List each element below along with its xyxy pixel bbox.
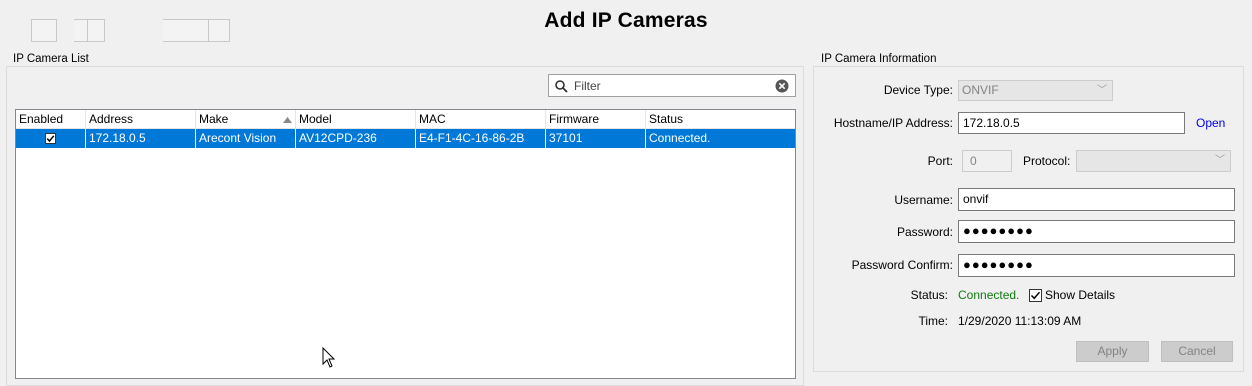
sort-ascending-icon: [283, 117, 292, 123]
search-icon: [555, 80, 568, 93]
password-label: Password:: [896, 225, 953, 239]
cell-model: AV12CPD-236: [296, 129, 416, 148]
checkmark-icon: [46, 135, 55, 143]
column-header-enabled[interactable]: Enabled: [16, 110, 86, 128]
column-header-make[interactable]: Make: [196, 110, 296, 128]
password-input[interactable]: ●●●●●●●●: [958, 220, 1235, 243]
cell-mac: E4-F1-4C-16-86-2B: [416, 129, 546, 148]
cell-firmware: 37101: [546, 129, 646, 148]
password-confirm-label: Password Confirm:: [851, 258, 953, 272]
username-label: Username:: [894, 193, 953, 207]
camera-list-legend: IP Camera List: [10, 53, 92, 65]
protocol-select[interactable]: ﹀: [1076, 150, 1231, 172]
column-header-status[interactable]: Status: [646, 110, 795, 128]
filter-box[interactable]: Filter: [548, 74, 796, 97]
time-value: 1/29/2020 11:13:09 AM: [958, 314, 1082, 328]
column-header-model[interactable]: Model: [296, 110, 416, 128]
status-value: Connected.: [958, 288, 1020, 302]
hostname-label: Hostname/IP Address:: [833, 116, 953, 130]
cell-make: Arecont Vision: [196, 129, 296, 148]
table-header: Enabled Address Make Model MAC Firmware …: [16, 110, 795, 129]
column-header-mac[interactable]: MAC: [416, 110, 546, 128]
cancel-button[interactable]: Cancel: [1161, 341, 1233, 362]
chevron-down-icon: ﹀: [1097, 85, 1107, 96]
table-row[interactable]: 172.18.0.5 Arecont Vision AV12CPD-236 E4…: [16, 129, 795, 148]
show-details-label[interactable]: Show Details: [1045, 288, 1115, 302]
device-type-value: ONVIF: [962, 83, 999, 97]
mouse-cursor-icon: [322, 347, 336, 368]
show-details-checkbox[interactable]: [1029, 289, 1042, 302]
port-input[interactable]: 0: [962, 150, 1012, 172]
checkmark-icon: [1030, 291, 1041, 300]
username-input[interactable]: onvif: [958, 188, 1235, 211]
password-confirm-input[interactable]: ●●●●●●●●: [958, 254, 1235, 277]
camera-info-legend: IP Camera Information: [818, 53, 940, 65]
camera-table[interactable]: Enabled Address Make Model MAC Firmware …: [15, 109, 796, 379]
cell-status: Connected.: [649, 131, 711, 145]
time-label: Time:: [918, 314, 948, 328]
clear-filter-icon[interactable]: [775, 79, 789, 93]
page-title: Add IP Cameras: [544, 9, 708, 32]
chevron-down-icon: ﹀: [1215, 155, 1225, 166]
status-label: Status:: [910, 288, 948, 302]
open-link[interactable]: Open: [1196, 116, 1225, 130]
enabled-checkbox[interactable]: [45, 133, 56, 144]
column-header-make-label: Make: [199, 112, 229, 126]
column-header-address[interactable]: Address: [86, 110, 196, 128]
port-label: Port:: [927, 154, 953, 168]
column-header-firmware[interactable]: Firmware: [546, 110, 646, 128]
device-type-label: Device Type:: [883, 83, 953, 97]
hostname-input[interactable]: 172.18.0.5: [958, 112, 1185, 134]
filter-placeholder: Filter: [574, 79, 601, 93]
protocol-label: Protocol:: [1023, 154, 1071, 168]
cell-address: 172.18.0.5: [86, 129, 196, 148]
apply-button[interactable]: Apply: [1076, 341, 1149, 362]
cell-enabled: [16, 129, 86, 148]
device-type-select[interactable]: ONVIF ﹀: [958, 80, 1113, 101]
